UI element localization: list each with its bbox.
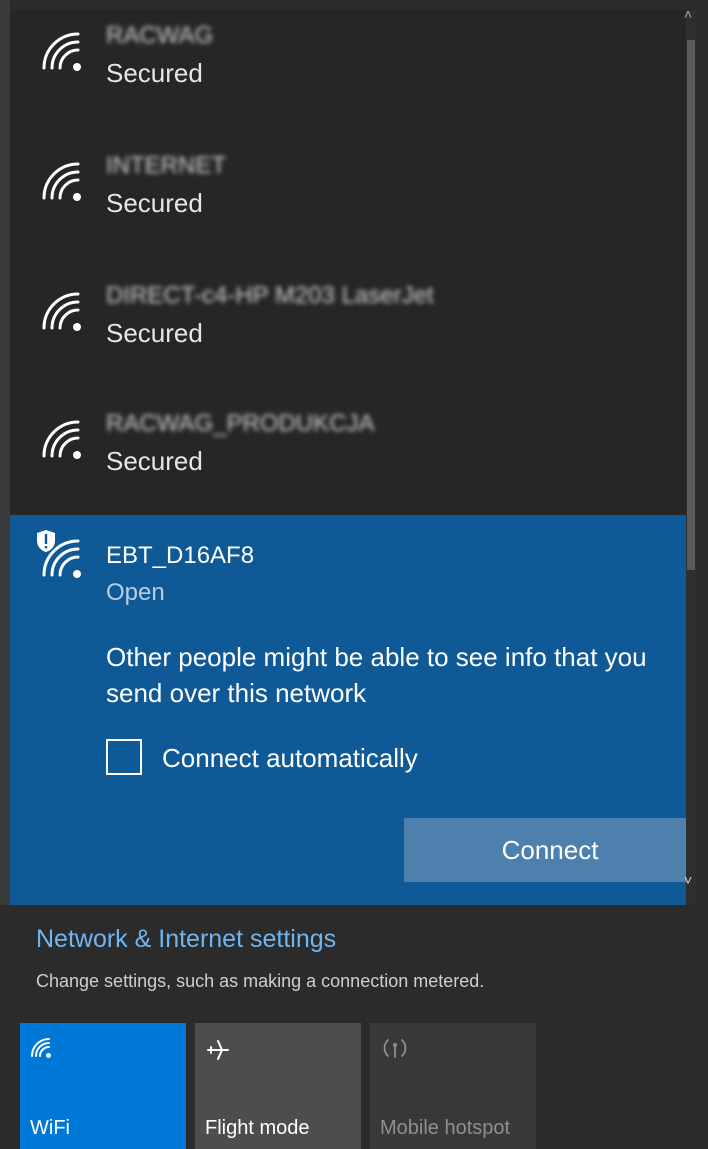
network-settings-description: Change settings, such as making a connec… <box>36 971 485 991</box>
network-ssid: EBT_D16AF8 <box>106 542 255 569</box>
wifi-icon <box>42 32 81 71</box>
left-edge <box>0 0 10 905</box>
scroll-down-icon[interactable]: ˅ <box>684 872 692 888</box>
network-status: Secured <box>106 188 203 218</box>
wifi-toggle[interactable]: WiFi <box>20 1023 186 1149</box>
network-item[interactable]: RACWAG Secured <box>10 10 696 138</box>
network-list: RACWAG Secured INTERNET Secured DIRECT-c… <box>10 10 696 905</box>
connect-automatically-label[interactable]: Connect automatically <box>162 743 418 774</box>
network-ssid: INTERNET <box>106 152 226 179</box>
wifi-icon <box>42 420 81 459</box>
network-status: Open <box>106 579 165 606</box>
network-status: Secured <box>106 318 203 348</box>
network-item[interactable]: RACWAG_PRODUKCJA Secured <box>10 398 696 526</box>
wifi-icon <box>31 1038 51 1058</box>
airplane-icon <box>207 1040 229 1060</box>
network-settings-link[interactable]: Network & Internet settings <box>36 925 336 954</box>
hotspot-icon <box>383 1039 407 1058</box>
scrollbar-thumb[interactable] <box>687 40 695 570</box>
network-item[interactable]: DIRECT-c4-HP M203 LaserJet Secured <box>10 270 696 398</box>
selected-network[interactable]: EBT_D16AF8 Open Other people might be ab… <box>10 515 696 905</box>
wifi-toggle-label: WiFi <box>30 1117 70 1139</box>
shield-warning-icon <box>37 530 55 552</box>
network-status: Secured <box>106 446 203 476</box>
wifi-icon <box>42 292 81 331</box>
mobile-hotspot-label: Mobile hotspot <box>380 1117 511 1139</box>
flight-mode-toggle[interactable]: Flight mode <box>195 1023 361 1149</box>
wifi-icon <box>42 162 81 201</box>
network-ssid: RACWAG_PRODUKCJA <box>106 410 375 437</box>
flight-mode-label: Flight mode <box>205 1117 310 1139</box>
network-status: Secured <box>106 58 203 88</box>
network-ssid: RACWAG <box>106 22 214 49</box>
security-warning: Other people might be able to see info t… <box>106 642 647 708</box>
mobile-hotspot-toggle[interactable]: Mobile hotspot <box>370 1023 536 1149</box>
network-ssid: DIRECT-c4-HP M203 LaserJet <box>106 282 434 309</box>
connect-button[interactable]: Connect <box>404 818 696 882</box>
scroll-up-icon[interactable]: ˄ <box>684 6 692 22</box>
connect-automatically-checkbox[interactable] <box>106 739 142 775</box>
network-item[interactable]: INTERNET Secured <box>10 140 696 268</box>
